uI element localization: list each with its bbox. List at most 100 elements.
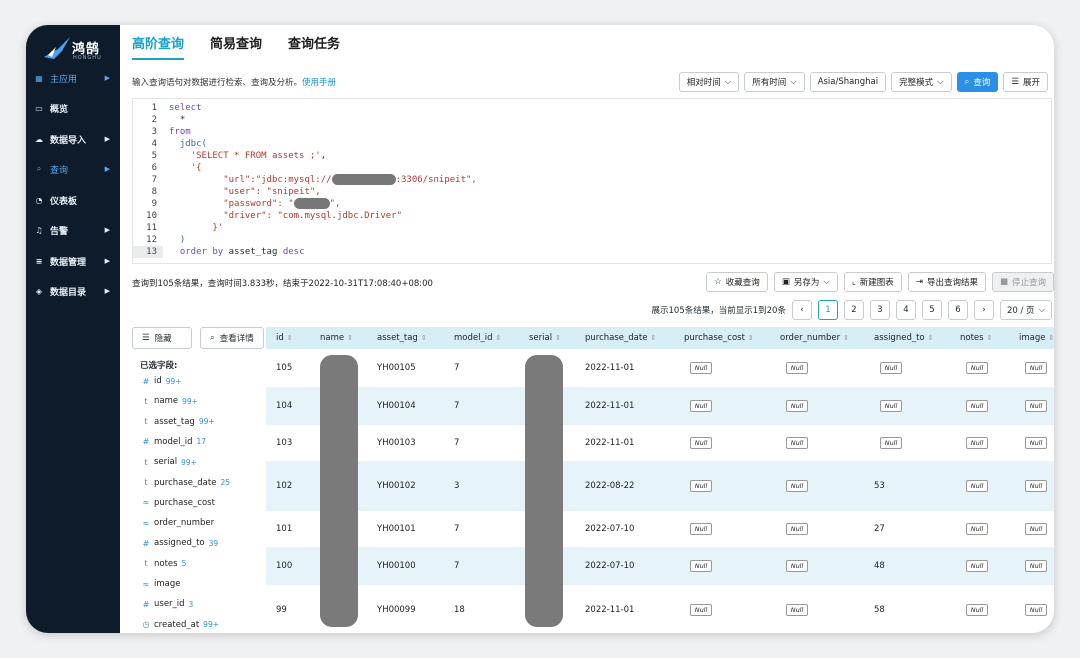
field-item-model-id[interactable]: # model_id 17: [140, 433, 206, 451]
column-header-serial[interactable]: serial ⇕: [529, 327, 561, 349]
tab-query-tasks[interactable]: 查询任务: [288, 33, 340, 60]
column-header-label: name: [320, 333, 345, 343]
new-chart-label: 新建图表: [859, 278, 894, 288]
line-number: 12: [146, 235, 157, 245]
cell-assigned-to: 53: [874, 481, 885, 491]
sidebar-item-data-catalog[interactable]: ◈ 数据目录 ▶: [26, 280, 120, 302]
page-button[interactable]: 5: [921, 300, 942, 320]
manual-link[interactable]: 使用手册: [302, 78, 336, 88]
view-details-button[interactable]: ⌕ 查看详情: [200, 327, 264, 349]
hide-fields-button[interactable]: ☰ 隐藏: [132, 327, 192, 349]
table-row[interactable]: 105 YH00105 7 2022-11-01 Null Null Null Null Nul…: [266, 349, 1054, 387]
column-header-order-number[interactable]: order_number ⇕: [780, 327, 849, 349]
tab-advanced-query[interactable]: 高阶查询: [132, 33, 185, 60]
page-button[interactable]: 3: [869, 300, 890, 320]
dashboard-icon: ◔: [35, 195, 43, 205]
sidebar-item-overview[interactable]: ▭ 概览: [26, 97, 120, 119]
null-badge: Null: [690, 480, 712, 492]
column-header-purchase-cost[interactable]: purchase_cost ⇕: [684, 327, 754, 349]
list-icon: ☰: [1011, 77, 1019, 87]
column-header-notes[interactable]: notes ⇕: [960, 327, 992, 349]
table-row[interactable]: 102 YH00102 3 2022-08-22 53 Null Null Null Null: [266, 461, 1054, 511]
cell-id: 103: [276, 438, 293, 448]
result-summary: 查询到105条结果，查询时间3.833秒，结束于2022-10-31T17:08…: [132, 279, 433, 289]
column-header-model-id[interactable]: model_id ⇕: [454, 327, 501, 349]
timezone-button[interactable]: Asia/Shanghai: [809, 72, 887, 92]
field-type-icon: ◷: [142, 620, 150, 630]
time-range-select[interactable]: 所有时间 ⌵: [744, 72, 805, 92]
field-count: 99+: [203, 620, 219, 630]
field-item-image[interactable]: ≈ image: [140, 575, 184, 593]
stop-query-button[interactable]: ■ 停止查询: [991, 272, 1054, 292]
sidebar-item-query[interactable]: ⌕ 查询 ▶: [26, 158, 120, 180]
field-item-serial[interactable]: t serial 99+: [140, 453, 197, 471]
page-button[interactable]: 2: [843, 300, 864, 320]
table-row[interactable]: 99 YH00099 18 2022-11-01 58 Null Null Null Null: [266, 585, 1054, 633]
null-badge: Null: [786, 560, 808, 572]
column-header-image[interactable]: image ⇕: [1019, 327, 1054, 349]
chevron-down-icon: ⌵: [790, 77, 797, 87]
sort-icon: ⇕: [286, 334, 293, 342]
page-button[interactable]: 1: [817, 300, 838, 320]
sidebar-item-alerts[interactable]: ♫ 告警 ▶: [26, 219, 120, 241]
field-item-purchase-cost[interactable]: ≈ purchase_cost: [140, 494, 219, 512]
field-item-id[interactable]: # id 99+: [140, 372, 182, 390]
field-item-order-number[interactable]: ≈ order_number: [140, 514, 218, 532]
code-lines: select * from jdbc( 'SELECT * FROM asset…: [169, 102, 1047, 258]
expand-button[interactable]: ☰ 展开: [1003, 72, 1048, 92]
field-item-created-at[interactable]: ◷ created_at 99+: [140, 616, 220, 633]
new-chart-button[interactable]: ⌞ 新建图表: [843, 272, 902, 292]
sort-icon: ⇕: [1048, 334, 1054, 342]
cell-id: 100: [276, 561, 293, 571]
field-item-notes[interactable]: t notes 5: [140, 555, 186, 573]
field-type-icon: t: [144, 396, 148, 406]
page-button[interactable]: 4: [895, 300, 916, 320]
table-row[interactable]: 103 YH00103 7 2022-11-01 Null Null Null Null Nul…: [266, 425, 1054, 461]
next-page-button[interactable]: ›: [973, 300, 994, 320]
line-number: 7: [151, 175, 157, 185]
field-type-icon: t: [144, 559, 148, 569]
mode-select[interactable]: 完整模式 ⌵: [891, 72, 952, 92]
expand-button-label: 展开: [1022, 78, 1040, 88]
prev-page-button[interactable]: ‹: [791, 300, 812, 320]
sidebar-item-data-import[interactable]: ☁ 数据导入 ▶: [26, 128, 120, 150]
table-row[interactable]: 101 YH00101 7 2022-07-10 27 Null Null Null Null: [266, 511, 1054, 547]
query-editor[interactable]: 1 2 3 4 5 6 7 8 9 10 11 12 13 select * f…: [132, 98, 1052, 264]
caret-right-icon: ▶: [104, 287, 110, 295]
sidebar-item-dashboard[interactable]: ◔ 仪表板: [26, 189, 120, 211]
field-item-name[interactable]: t name 99+: [140, 392, 198, 410]
field-item-asset-tag[interactable]: t asset_tag 99+: [140, 413, 214, 431]
tab-simple-query[interactable]: 简易查询: [210, 33, 262, 60]
cell-model-id: 7: [454, 561, 460, 571]
table-row[interactable]: 100 YH00100 7 2022-07-10 48 Null Null Null Null: [266, 547, 1054, 585]
list-icon: ☰: [142, 333, 150, 343]
page-size-label: 20 / 页: [1006, 306, 1035, 316]
column-header-asset-tag[interactable]: asset_tag ⇕: [377, 327, 427, 349]
relative-time-select[interactable]: 相对时间 ⌵: [678, 72, 740, 92]
save-query-button[interactable]: ☆ 收藏查询: [706, 272, 768, 292]
column-header-assigned-to[interactable]: assigned_to ⇕: [874, 327, 934, 349]
app-logo[interactable]: 鸿鹄 HONGHU: [42, 33, 112, 69]
cell-model-id: 7: [454, 438, 460, 448]
sidebar-item-main-app[interactable]: ▦ 主应用 ▶: [26, 67, 120, 89]
page-size-select[interactable]: 20 / 页 ⌵: [999, 300, 1052, 320]
field-item-purchase-date[interactable]: t purchase_date 25: [140, 474, 230, 492]
column-header-id[interactable]: id ⇕: [276, 327, 293, 349]
sidebar-item-data-management[interactable]: ≡ 数据管理 ▶: [26, 250, 120, 272]
field-type-icon: ≈: [142, 498, 150, 508]
page-button[interactable]: 6: [947, 300, 968, 320]
table-row[interactable]: 104 YH00104 7 2022-11-01 Null Null Null Null Nul…: [266, 387, 1054, 425]
save-as-button[interactable]: ▣ 另存为 ⌵: [773, 272, 838, 292]
field-item-assigned-to[interactable]: # assigned_to 39: [140, 534, 219, 552]
column-header-purchase-date[interactable]: purchase_date ⇕: [585, 327, 656, 349]
hint-text: 输入查询语句对数据进行检索、查询及分析。: [132, 78, 303, 88]
field-item-user-id[interactable]: # user_id 3: [140, 595, 194, 613]
export-results-button[interactable]: ⇥ 导出查询结果: [907, 272, 986, 292]
column-header-name[interactable]: name ⇕: [320, 327, 353, 349]
query-button[interactable]: ⌕ 查询: [956, 72, 999, 92]
column-header-label: assigned_to: [874, 333, 925, 343]
redacted-serial-column: [525, 355, 563, 627]
pagination: 展示105条结果，当前显示1到20条 ‹ 1 2 3 4 5 6 › 20 / …: [652, 300, 1052, 320]
column-header-label: serial: [529, 333, 553, 343]
null-badge: Null: [690, 523, 712, 535]
